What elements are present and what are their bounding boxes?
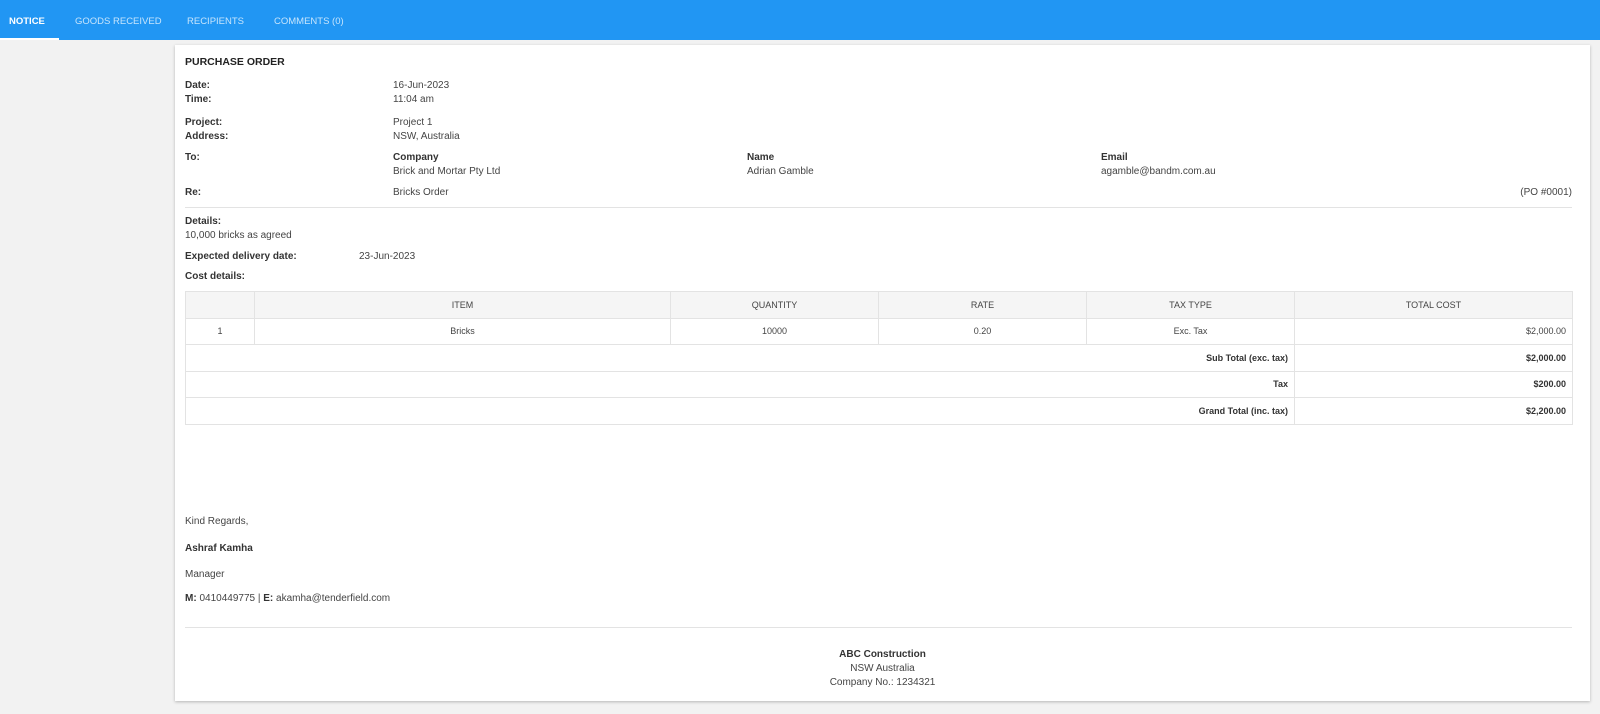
footer-company-number: Company No.: 1234321 xyxy=(829,677,936,688)
row-tax-type: Exc. Tax xyxy=(1086,317,1295,345)
email-label: Email xyxy=(1101,152,1128,163)
name-value: Adrian Gamble xyxy=(747,166,814,177)
subtotal-row: Sub Total (exc. tax) $2,000.00 xyxy=(185,344,1573,372)
signature-contact: M: 0410449775 | E: akamha@tenderfield.co… xyxy=(185,593,390,604)
tab-bar: NOTICE GOODS RECEIVED RECIPIENTS COMMENT… xyxy=(0,0,1600,40)
footer-divider xyxy=(185,627,1572,628)
column-header-item: ITEM xyxy=(254,291,671,319)
column-header-number xyxy=(185,291,255,319)
tab-recipients[interactable]: RECIPIENTS xyxy=(187,0,244,40)
name-label: Name xyxy=(747,152,775,163)
subtotal-value: $2,000.00 xyxy=(1294,344,1573,372)
address-label: Address: xyxy=(185,131,229,142)
row-quantity: 10000 xyxy=(670,317,879,345)
re-value: Bricks Order xyxy=(393,187,449,198)
tab-comments[interactable]: COMMENTS (0) xyxy=(274,0,344,40)
time-value: 11:04 am xyxy=(393,94,434,105)
divider xyxy=(185,207,1572,208)
footer-company: ABC Construction xyxy=(839,649,926,660)
row-rate: 0.20 xyxy=(878,317,1087,345)
project-label: Project: xyxy=(185,117,223,128)
document-title: PURCHASE ORDER xyxy=(185,56,285,68)
column-header-total-cost: TOTAL COST xyxy=(1294,291,1573,319)
table-header-row: ITEM QUANTITY RATE TAX TYPE TOTAL COST xyxy=(185,291,1573,319)
delivery-date-label: Expected delivery date: xyxy=(185,251,297,262)
date-value: 16-Jun-2023 xyxy=(393,80,450,91)
grand-total-row: Grand Total (inc. tax) $2,200.00 xyxy=(185,397,1573,425)
tab-goods-received[interactable]: GOODS RECEIVED xyxy=(75,0,162,40)
tax-label: Tax xyxy=(185,370,1295,398)
row-item: Bricks xyxy=(254,317,671,345)
cost-table: ITEM QUANTITY RATE TAX TYPE TOTAL COST 1… xyxy=(185,291,1573,425)
details-value: 10,000 bricks as agreed xyxy=(185,230,292,241)
footer-location: NSW Australia xyxy=(850,663,915,674)
grand-total-label: Grand Total (inc. tax) xyxy=(185,397,1295,425)
purchase-order-document: PURCHASE ORDER Date: 16-Jun-2023 Time: 1… xyxy=(175,45,1590,701)
row-number: 1 xyxy=(185,317,255,345)
table-row: 1 Bricks 10000 0.20 Exc. Tax $2,000.00 xyxy=(185,317,1573,345)
mobile-value: 0410449775 xyxy=(199,593,256,604)
project-value: Project 1 xyxy=(393,117,433,128)
active-tab-indicator xyxy=(0,38,59,40)
re-label: Re: xyxy=(185,187,202,198)
subtotal-label: Sub Total (exc. tax) xyxy=(185,344,1295,372)
contact-separator: | xyxy=(257,593,261,604)
po-number: (PO #0001) xyxy=(1520,187,1572,198)
address-value: NSW, Australia xyxy=(393,131,460,142)
tab-notice[interactable]: NOTICE xyxy=(9,0,45,40)
email-contact-value: akamha@tenderfield.com xyxy=(276,593,391,604)
company-label: Company xyxy=(393,152,439,163)
column-header-rate: RATE xyxy=(878,291,1087,319)
tax-value: $200.00 xyxy=(1294,370,1573,398)
company-value: Brick and Mortar Pty Ltd xyxy=(393,166,501,177)
delivery-date-value: 23-Jun-2023 xyxy=(359,251,416,262)
to-label: To: xyxy=(185,152,200,163)
details-label: Details: xyxy=(185,216,222,227)
email-value: agamble@bandm.com.au xyxy=(1101,166,1216,177)
email-contact-label: E: xyxy=(263,593,274,604)
grand-total-value: $2,200.00 xyxy=(1294,397,1573,425)
column-header-quantity: QUANTITY xyxy=(670,291,879,319)
column-header-tax-type: TAX TYPE xyxy=(1086,291,1295,319)
row-total-cost: $2,000.00 xyxy=(1294,317,1573,345)
signature-role: Manager xyxy=(185,569,225,580)
tax-row: Tax $200.00 xyxy=(185,370,1573,398)
signature-name: Ashraf Kamha xyxy=(185,543,253,554)
cost-details-label: Cost details: xyxy=(185,271,246,282)
mobile-label: M: xyxy=(185,593,197,604)
date-label: Date: xyxy=(185,80,211,91)
time-label: Time: xyxy=(185,94,212,105)
signature-greeting: Kind Regards, xyxy=(185,516,249,527)
